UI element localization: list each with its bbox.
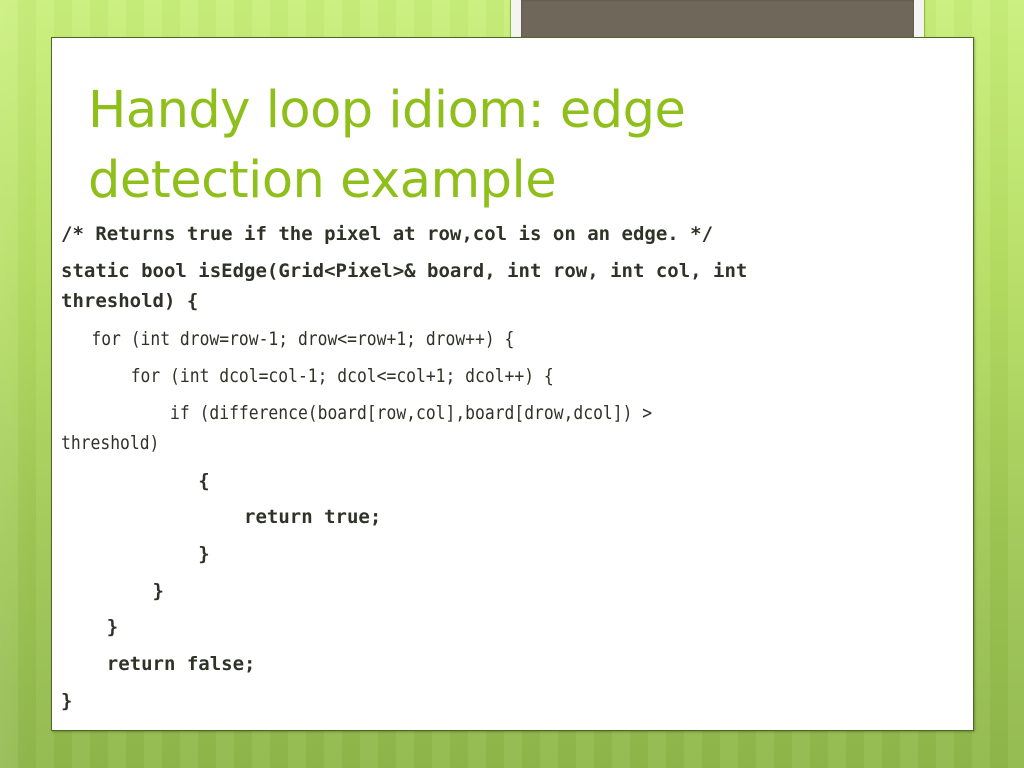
code-line: threshold) { xyxy=(61,290,199,312)
code-line: { xyxy=(61,470,210,492)
slide-title-line-2: detection example xyxy=(88,151,557,210)
code-line: return false; xyxy=(61,653,256,675)
code-line: return true; xyxy=(61,506,382,528)
code-line: /* Returns true if the pixel at row,col … xyxy=(61,223,714,245)
code-line: for (int drow=row-1; drow<=row+1; drow++… xyxy=(52,328,515,350)
slide-title: Handy loop idiom: edge detection example xyxy=(88,76,888,216)
code-line: } xyxy=(61,690,73,712)
code-line: static bool isEdge(Grid<Pixel>& board, i… xyxy=(61,260,748,282)
code-line: } xyxy=(61,543,210,565)
slide-title-line-1: Handy loop idiom: edge xyxy=(88,81,686,140)
code-line: } xyxy=(61,580,164,602)
code-line: for (int dcol=col-1; dcol<=col+1; dcol++… xyxy=(52,365,554,387)
code-line: } xyxy=(61,616,119,638)
code-line: if (difference(board[row,col],board[drow… xyxy=(52,402,653,424)
code-line: threshold) xyxy=(61,432,160,454)
